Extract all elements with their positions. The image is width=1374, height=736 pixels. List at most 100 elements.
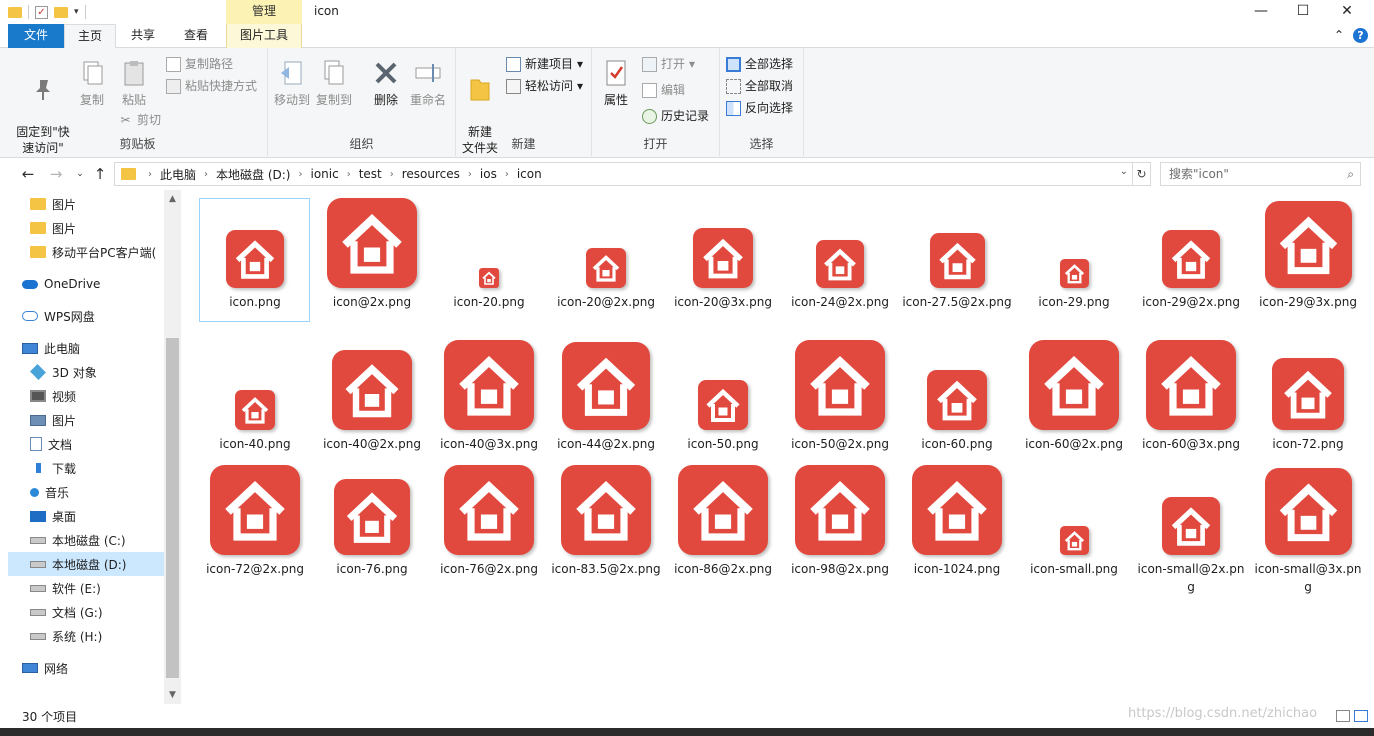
sidebar-item-pictures-2[interactable]: 图片 (8, 216, 164, 240)
file-name[interactable]: icon-40.png (198, 435, 312, 453)
file-name[interactable]: icon-76.png (315, 560, 429, 578)
app-icon-thumbnail[interactable] (334, 479, 410, 555)
breadcrumb-test[interactable]: test (353, 167, 388, 181)
app-icon-thumbnail[interactable] (795, 340, 885, 430)
refresh-icon[interactable]: ↻ (1133, 162, 1151, 186)
paste-shortcut-button[interactable]: 粘贴快捷方式 (166, 76, 257, 96)
file-name[interactable]: icon-24@2x.png (783, 293, 897, 311)
search-icon[interactable]: ⌕ (1347, 163, 1354, 185)
file-name[interactable]: icon-60@2x.png (1017, 435, 1131, 453)
app-icon-thumbnail[interactable] (1272, 358, 1344, 430)
up-arrow-icon[interactable]: ↑ (90, 163, 110, 185)
app-icon-thumbnail[interactable] (929, 233, 985, 288)
breadcrumb-ionic[interactable]: ionic (304, 167, 344, 181)
file-name[interactable]: icon-small@3x.png (1251, 560, 1365, 596)
tab-home[interactable]: 主页 (64, 24, 116, 49)
tab-view[interactable]: 查看 (170, 24, 222, 48)
tab-file[interactable]: 文件 (8, 24, 64, 48)
sidebar-item-desktop[interactable]: 桌面 (8, 504, 164, 528)
file-name[interactable]: icon-76@2x.png (432, 560, 546, 578)
file-name[interactable]: icon-60.png (900, 435, 1014, 453)
sidebar-item-drive-h[interactable]: 系统 (H:) (8, 624, 164, 648)
file-name[interactable]: icon-44@2x.png (549, 435, 663, 453)
sidebar-item-wps-drive[interactable]: WPS网盘 (8, 304, 164, 328)
app-icon-thumbnail[interactable] (1059, 259, 1089, 288)
sidebar-item-music[interactable]: 音乐 (8, 480, 164, 504)
file-name[interactable]: icon.png (198, 293, 312, 311)
forward-arrow-icon[interactable]: → (46, 163, 66, 185)
sidebar-item-videos[interactable]: 视频 (8, 384, 164, 408)
scrollbar-thumb[interactable] (166, 338, 179, 678)
app-icon-thumbnail[interactable] (586, 248, 626, 288)
sidebar-item-pictures[interactable]: 图片 (8, 408, 164, 432)
chevron-down-icon[interactable]: ▾ (74, 7, 79, 17)
file-name[interactable]: icon-29@3x.png (1251, 293, 1365, 311)
app-icon-thumbnail[interactable] (912, 465, 1002, 555)
sidebar-item-this-pc[interactable]: 此电脑 (8, 336, 164, 360)
breadcrumb-chevron-icon[interactable]: › (503, 169, 511, 180)
copy-path-button[interactable]: 复制路径 (166, 54, 233, 74)
app-icon-thumbnail[interactable] (1264, 201, 1352, 288)
address-bar[interactable]: › 此电脑 › 本地磁盘 (D:) › ionic › test › resou… (114, 162, 1133, 186)
search-input[interactable]: 搜索"icon" ⌕ (1160, 162, 1361, 186)
breadcrumb-chevron-icon[interactable]: › (345, 169, 353, 180)
edit-button[interactable]: 编辑 (642, 80, 685, 100)
back-arrow-icon[interactable]: ← (18, 163, 38, 185)
invert-selection-button[interactable]: 反向选择 (726, 98, 793, 118)
select-all-button[interactable]: 全部选择 (726, 54, 793, 74)
app-icon-thumbnail[interactable] (927, 370, 987, 430)
app-icon-thumbnail[interactable] (795, 465, 885, 555)
tab-picture-tools[interactable]: 图片工具 (226, 24, 302, 48)
app-icon-thumbnail[interactable] (693, 228, 753, 288)
history-button[interactable]: 历史记录 (642, 106, 709, 126)
breadcrumb-chevron-icon[interactable]: › (388, 169, 396, 180)
sidebar-item-drive-c[interactable]: 本地磁盘 (C:) (8, 528, 164, 552)
details-view-icon[interactable] (1336, 710, 1350, 722)
file-name[interactable]: icon-small@2x.png (1134, 560, 1248, 596)
open-button[interactable]: 打开 ▾ (642, 54, 695, 74)
app-icon-thumbnail[interactable] (332, 350, 412, 430)
minimize-button[interactable]: — (1238, 0, 1284, 24)
breadcrumb-chevron-icon[interactable]: › (146, 169, 154, 180)
sidebar-item-documents[interactable]: 文档 (8, 432, 164, 456)
copy-button[interactable]: 复制 (74, 58, 110, 108)
navigation-pane-scrollbar[interactable]: ▲ ▼ (164, 190, 181, 704)
app-icon-thumbnail[interactable] (1146, 340, 1236, 430)
sidebar-item-mobile-pc-client[interactable]: 移动平台PC客户端( (8, 240, 164, 264)
breadcrumb-icon[interactable]: icon (511, 167, 548, 181)
file-name[interactable]: icon-60@3x.png (1134, 435, 1248, 453)
breadcrumb-resources[interactable]: resources (396, 167, 466, 181)
breadcrumb-chevron-icon[interactable]: › (466, 169, 474, 180)
app-icon-thumbnail[interactable] (561, 465, 651, 555)
breadcrumb-chevron-icon[interactable]: › (202, 169, 210, 180)
file-name[interactable]: icon-98@2x.png (783, 560, 897, 578)
app-icon-thumbnail[interactable] (1059, 526, 1089, 555)
sidebar-item-3d-objects[interactable]: 3D 对象 (8, 360, 164, 384)
close-button[interactable]: ✕ (1324, 0, 1370, 24)
file-name[interactable]: icon-50.png (666, 435, 780, 453)
app-icon-thumbnail[interactable] (210, 465, 300, 555)
app-icon-thumbnail[interactable] (444, 340, 534, 430)
new-folder-icon[interactable] (54, 6, 68, 18)
sidebar-item-network[interactable]: 网络 (8, 656, 164, 680)
context-tab-manage[interactable]: 管理 (226, 0, 302, 24)
breadcrumb-this-pc[interactable]: 此电脑 (154, 166, 202, 183)
file-name[interactable]: icon-83.5@2x.png (549, 560, 663, 578)
file-name[interactable]: icon-86@2x.png (666, 560, 780, 578)
properties-button[interactable]: 属性 (596, 58, 636, 108)
file-name[interactable]: icon-40@3x.png (432, 435, 546, 453)
app-icon-thumbnail[interactable] (226, 230, 284, 288)
app-icon-thumbnail[interactable] (479, 268, 499, 288)
sidebar-item-drive-e[interactable]: 软件 (E:) (8, 576, 164, 600)
app-icon-thumbnail[interactable] (1264, 468, 1352, 555)
maximize-button[interactable]: ☐ (1280, 0, 1326, 24)
cut-button[interactable]: ✂ 剪切 (118, 110, 161, 130)
new-item-button[interactable]: 新建项目 ▾ (506, 54, 583, 74)
copy-to-button[interactable]: 复制到 (314, 58, 354, 108)
breadcrumb-drive-d[interactable]: 本地磁盘 (D:) (210, 166, 296, 183)
select-none-button[interactable]: 全部取消 (726, 76, 793, 96)
file-name[interactable]: icon-20@3x.png (666, 293, 780, 311)
recent-locations-chevron-icon[interactable]: ⌄ (70, 163, 90, 185)
app-icon-thumbnail[interactable] (444, 465, 534, 555)
scroll-down-arrow-icon[interactable]: ▼ (164, 690, 181, 700)
